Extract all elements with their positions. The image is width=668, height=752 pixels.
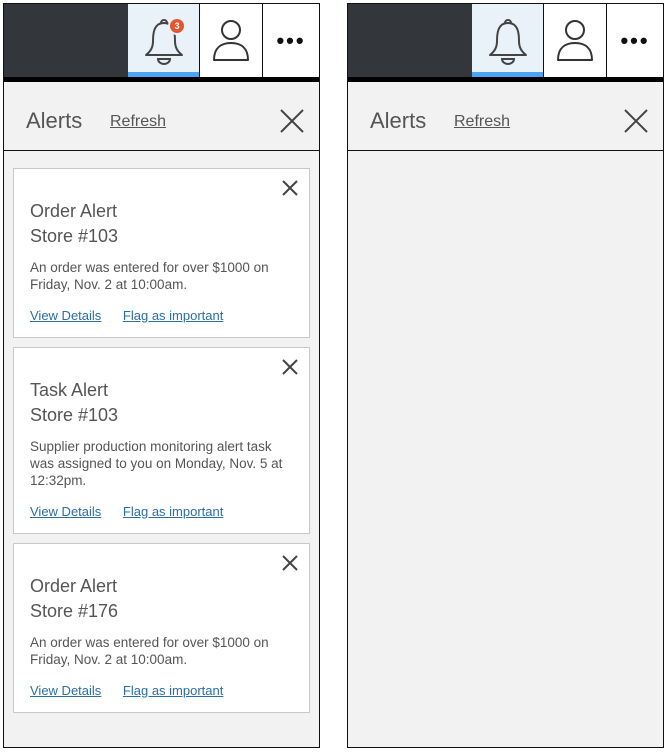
refresh-link[interactable]: Refresh xyxy=(110,113,166,131)
alert-actions: View Details Flag as important xyxy=(30,504,293,519)
user-icon xyxy=(213,19,249,61)
alert-type: Order Alert xyxy=(30,576,118,596)
flag-important-link[interactable]: Flag as important xyxy=(123,504,223,519)
flag-important-link[interactable]: Flag as important xyxy=(123,683,223,698)
alert-card: Order Alert Store #176 An order was ente… xyxy=(13,543,310,713)
alert-type: Order Alert xyxy=(30,201,118,221)
refresh-link[interactable]: Refresh xyxy=(454,113,510,131)
alerts-title: Alerts xyxy=(26,108,83,133)
dismiss-alert-icon[interactable] xyxy=(281,358,299,376)
more-icon: ••• xyxy=(620,27,650,53)
alert-actions: View Details Flag as important xyxy=(30,308,293,323)
bell-icon xyxy=(488,18,527,65)
alert-message: An order was entered for over $1000 on F… xyxy=(30,260,269,292)
dismiss-alert-icon[interactable] xyxy=(281,179,299,197)
alert-message: An order was entered for over $1000 on F… xyxy=(30,635,269,667)
alerts-header: Alerts Refresh xyxy=(348,82,663,151)
alerts-panel-empty: ••• Alerts Refresh xyxy=(347,3,664,748)
alert-store: Store #176 xyxy=(30,601,119,621)
alerts-panel-with-alerts: 3 ••• Alerts Refresh Order Alert Store #… xyxy=(3,3,320,748)
user-profile-button[interactable] xyxy=(199,4,262,77)
flag-important-link[interactable]: Flag as important xyxy=(123,308,223,323)
more-icon: ••• xyxy=(276,27,306,53)
alert-card: Task Alert Store #103 Supplier productio… xyxy=(13,347,310,534)
alert-card: Order Alert Store #103 An order was ente… xyxy=(13,168,310,338)
dismiss-alert-icon[interactable] xyxy=(281,554,299,572)
notification-count-badge: 3 xyxy=(170,19,184,33)
notifications-button[interactable] xyxy=(472,4,543,77)
view-details-link[interactable]: View Details xyxy=(30,308,101,323)
alert-store: Store #103 xyxy=(30,405,119,425)
notifications-button[interactable]: 3 xyxy=(128,4,199,77)
alerts-list: Order Alert Store #103 An order was ente… xyxy=(13,168,310,722)
close-panel-icon[interactable] xyxy=(279,108,305,134)
alerts-title: Alerts xyxy=(370,108,427,133)
alerts-header: Alerts Refresh xyxy=(4,82,319,151)
view-details-link[interactable]: View Details xyxy=(30,504,101,519)
more-options-button[interactable]: ••• xyxy=(606,4,663,77)
alert-store: Store #103 xyxy=(30,226,119,246)
alert-actions: View Details Flag as important xyxy=(30,683,293,698)
close-panel-icon[interactable] xyxy=(623,108,649,134)
user-profile-button[interactable] xyxy=(543,4,606,77)
alert-message: Supplier production monitoring alert tas… xyxy=(30,439,283,488)
view-details-link[interactable]: View Details xyxy=(30,683,101,698)
more-options-button[interactable]: ••• xyxy=(262,4,319,77)
user-icon xyxy=(557,19,593,61)
alert-type: Task Alert xyxy=(30,380,109,400)
